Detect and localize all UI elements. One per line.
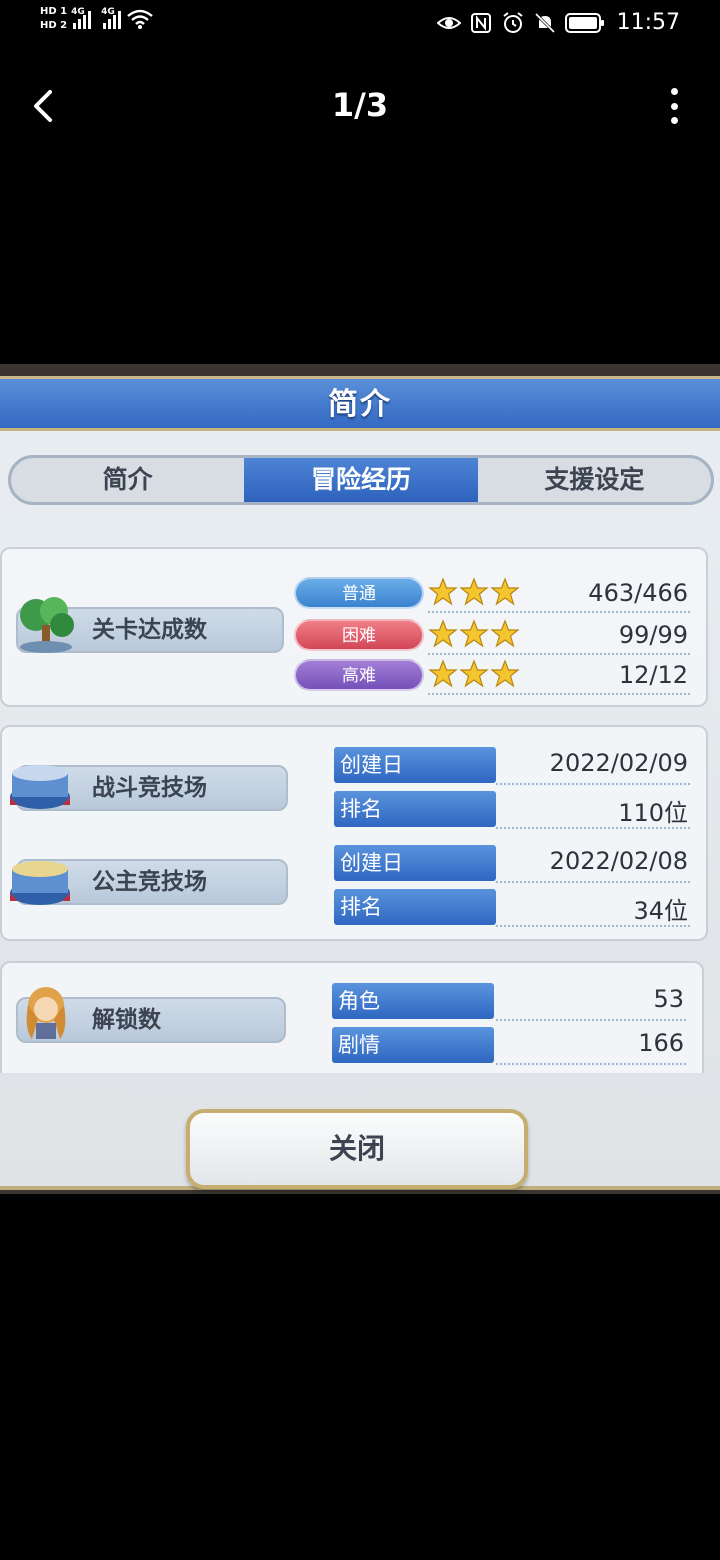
arena-card: 战斗竞技场 创建日 2022/02/09 排名 110位 公主竞技场 创建日 2… xyxy=(0,725,708,941)
unlock-story-value: 166 xyxy=(638,1029,684,1057)
stage-very-hard-value: 12/12 xyxy=(618,661,688,689)
unlocks-label-text: 解锁数 xyxy=(92,1007,161,1033)
unlock-characters-key: 角色 xyxy=(332,983,494,1019)
panel-title: 简介 xyxy=(328,387,392,422)
more-vertical-icon[interactable] xyxy=(664,88,684,124)
battle-rank-key: 排名 xyxy=(334,791,496,827)
princess-created-value: 2022/02/08 xyxy=(549,847,688,875)
unlock-characters-value: 53 xyxy=(653,985,684,1013)
network-type-2: 4G xyxy=(101,7,115,17)
tab-adventure[interactable]: 冒险经历 xyxy=(244,458,478,502)
princess-arena-label-text: 公主竞技场 xyxy=(92,869,207,895)
unlock-story-key: 剧情 xyxy=(332,1027,494,1063)
divider xyxy=(496,1019,686,1021)
divider xyxy=(496,1063,686,1065)
divider xyxy=(496,827,690,829)
tab-intro[interactable]: 简介 xyxy=(11,458,244,502)
battle-arena-label-text: 战斗竞技场 xyxy=(92,775,207,801)
panel-title-bar: 简介 xyxy=(0,379,720,431)
page-indicator: 1/3 xyxy=(331,86,389,124)
princess-rank-value: 34位 xyxy=(633,897,688,925)
clock: 11:57 xyxy=(616,10,680,35)
arena-icon xyxy=(10,765,70,809)
princess-arena-icon xyxy=(10,861,70,905)
difficulty-very-hard: 高难 xyxy=(294,659,424,691)
battle-created-key: 创建日 xyxy=(334,747,496,783)
stage-clear-label-text: 关卡达成数 xyxy=(92,617,207,643)
princess-rank-key: 排名 xyxy=(334,889,496,925)
divider xyxy=(428,693,690,695)
character-icon xyxy=(26,987,66,1039)
alarm-icon xyxy=(502,11,523,33)
star-icon-row-normal xyxy=(428,577,520,606)
unlocks-card: 解锁数 角色 53 剧情 166 xyxy=(0,961,704,1073)
star-icon-row-very-hard xyxy=(428,659,520,688)
battle-rank-value: 110位 xyxy=(618,799,688,827)
profile-panel: 简介 简介 冒险经历 支援设定 关卡达成数 普通 463/466 困难 99/9… xyxy=(0,376,720,1190)
divider xyxy=(496,881,690,883)
nfc-icon xyxy=(470,12,491,33)
viewer-toolbar: 1/3 xyxy=(0,70,720,142)
eye-icon xyxy=(436,16,461,29)
divider xyxy=(496,783,690,785)
stage-normal-value: 463/466 xyxy=(588,579,688,607)
wifi-icon xyxy=(127,9,153,29)
stage-hard-value: 99/99 xyxy=(618,621,688,649)
sim2-label: HD 2 xyxy=(40,20,68,31)
signal-icon-2: 4G xyxy=(101,7,122,29)
stage-clear-card: 关卡达成数 普通 463/466 困难 99/99 高难 12/12 xyxy=(0,547,708,707)
network-type-1: 4G xyxy=(71,7,85,17)
battery-icon xyxy=(564,12,604,33)
tree-icon xyxy=(20,597,74,653)
close-button[interactable]: 关闭 xyxy=(186,1109,528,1189)
difficulty-normal: 普通 xyxy=(294,577,424,609)
difficulty-hard: 困难 xyxy=(294,619,424,651)
sim1-label: HD 1 xyxy=(40,6,68,17)
mute-icon xyxy=(534,12,555,33)
battle-created-value: 2022/02/09 xyxy=(549,749,688,777)
status-bar: HD 1 HD 2 4G 4G 11:57 xyxy=(0,0,720,52)
divider xyxy=(428,653,690,655)
photo-image: 简介 简介 冒险经历 支援设定 关卡达成数 普通 463/466 困难 99/9… xyxy=(0,364,720,1194)
signal-icon: 4G xyxy=(71,7,92,29)
star-icon-row-hard xyxy=(428,619,520,648)
divider xyxy=(496,925,690,927)
tab-support[interactable]: 支援设定 xyxy=(478,458,711,502)
tab-bar: 简介 冒险经历 支援设定 xyxy=(8,455,714,505)
princess-created-key: 创建日 xyxy=(334,845,496,881)
divider xyxy=(428,611,690,613)
